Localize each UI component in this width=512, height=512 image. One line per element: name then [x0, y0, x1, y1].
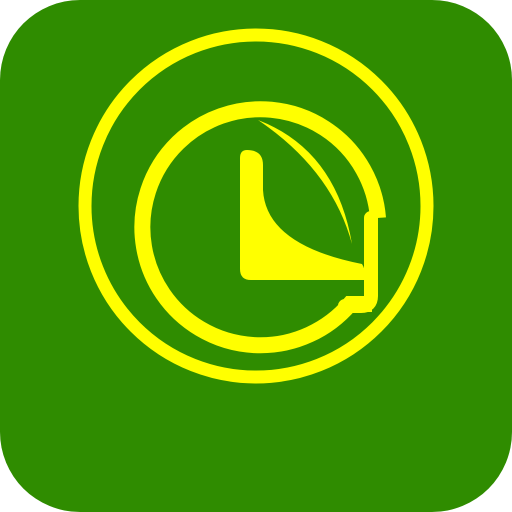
app-icon[interactable]: [0, 0, 512, 512]
app-icon-canvas: [0, 0, 512, 512]
